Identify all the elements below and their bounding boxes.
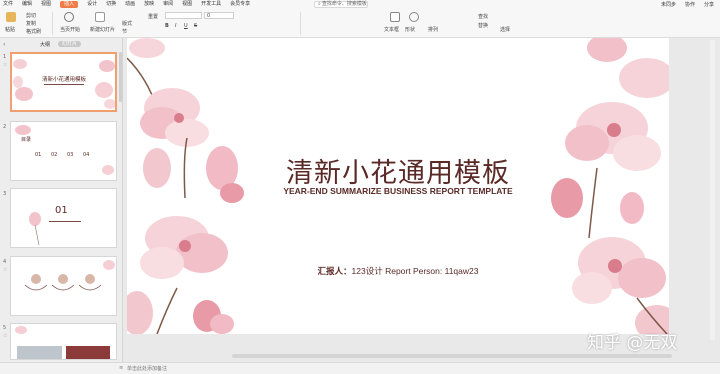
find-button[interactable]: 查找	[478, 13, 488, 20]
section-button[interactable]: 节	[122, 28, 127, 35]
thumbnail-item: 02	[51, 152, 58, 158]
notes-placeholder[interactable]: 单击此处添加备注	[127, 365, 167, 372]
vertical-scrollbar[interactable]	[710, 40, 715, 340]
slide-title[interactable]: 清新小花通用模板	[127, 151, 669, 190]
panel-tabs: 大纲 幻灯片	[0, 38, 123, 50]
font-size-value: 0	[207, 13, 211, 19]
slide-number: 2	[3, 124, 7, 130]
ribbon-divider	[300, 12, 301, 35]
menu-right-actions: 未同步 协作 分享	[652, 0, 714, 9]
slide-number: 1	[3, 54, 7, 60]
wps-presentation-window: 文件 编辑 视图 插入 设计 切换 动画 放映 审阅 视图 开发工具 会员专享 …	[0, 0, 720, 374]
slide-number: 5	[3, 325, 7, 331]
sync-status-button[interactable]: 未同步	[661, 1, 676, 8]
slide-thumbnail-2[interactable]: 目录 01 02 03 04	[10, 121, 117, 181]
tab-outline[interactable]: 大纲	[40, 41, 50, 48]
shape-icon[interactable]	[409, 12, 419, 22]
font-size-input[interactable]: 0	[204, 12, 234, 19]
ribbon-divider	[52, 12, 53, 35]
text-box-icon[interactable]	[390, 12, 400, 22]
collaborate-button[interactable]: 协作	[685, 1, 695, 8]
arrange-button[interactable]: 排列	[428, 26, 438, 33]
strikethrough-button[interactable]: S	[194, 23, 197, 29]
play-from-current-icon[interactable]	[64, 12, 74, 22]
font-name-input[interactable]	[165, 12, 202, 19]
slide-subtitle[interactable]: YEAR-END SUMMARIZE BUSINESS REPORT TEMPL…	[127, 186, 669, 196]
reporter-value: 123设计 Report Person: 11qaw23	[351, 266, 479, 276]
thumbnail-title: 目录	[21, 137, 32, 143]
thumbnail-title: 01	[55, 205, 68, 216]
slide-number: 4	[3, 259, 7, 265]
copy-button[interactable]: 复制	[26, 20, 36, 27]
slide-number: 3	[3, 191, 7, 197]
menu-animation[interactable]: 动画	[125, 0, 135, 9]
notes-icon: ≡	[119, 365, 124, 371]
animation-star-icon: ☆	[3, 333, 8, 339]
ribbon-toolbar: 粘贴 剪切 复制 格式刷 当页开始 新建幻灯片 版式 节 重置 0 B I U …	[0, 9, 720, 38]
current-slide[interactable]: 清新小花通用模板 YEAR-END SUMMARIZE BUSINESS REP…	[127, 38, 669, 334]
share-button[interactable]: 分享	[704, 1, 714, 8]
thumbnail-scrollbar[interactable]	[119, 52, 122, 102]
reporter-label: 汇报人：	[317, 266, 352, 276]
italic-button[interactable]: I	[175, 23, 176, 29]
menu-review[interactable]: 审阅	[163, 0, 173, 9]
new-slide-icon[interactable]	[95, 12, 105, 22]
shape-button[interactable]: 形状	[405, 26, 415, 33]
slide-thumbnail-4[interactable]	[10, 256, 117, 316]
menu-view-2[interactable]: 视图	[182, 0, 192, 9]
animation-star-icon: ☆	[3, 62, 8, 68]
search-placeholder: 查找命令、搜索模板	[321, 1, 367, 7]
thumbnail-subtitle-line	[44, 84, 84, 85]
animation-star-icon: ☆	[3, 267, 8, 273]
thumbnail-item: 03	[67, 152, 74, 158]
menu-view[interactable]: 视图	[41, 0, 51, 9]
notes-bar: ≡ 单击此处添加备注	[0, 362, 720, 374]
search-icon: ⌕	[318, 1, 321, 7]
slide-thumbnail-1[interactable]: 清新小花通用模板	[10, 52, 117, 112]
text-box-button[interactable]: 文本框	[384, 26, 399, 33]
menu-developer[interactable]: 开发工具	[201, 0, 221, 9]
slide-reporter-line[interactable]: 汇报人：123设计 Report Person: 11qaw23	[127, 265, 669, 277]
slide-thumbnail-3[interactable]: 01	[10, 188, 117, 248]
command-search-input[interactable]: ⌕查找命令、搜索模板	[314, 1, 368, 8]
thumbnail-item: 04	[83, 152, 90, 158]
slide-thumbnail-5[interactable]	[10, 323, 117, 360]
paste-button[interactable]: 粘贴	[5, 26, 15, 33]
tab-slides[interactable]: 幻灯片	[58, 41, 82, 47]
menu-file[interactable]: 文件	[3, 0, 13, 9]
new-slide-button[interactable]: 新建幻灯片	[90, 26, 115, 33]
select-button[interactable]: 选择	[500, 26, 510, 33]
reset-button[interactable]: 重置	[148, 13, 158, 20]
horizontal-scrollbar[interactable]	[232, 354, 672, 358]
format-painter-button[interactable]: 格式刷	[26, 28, 41, 35]
layout-button[interactable]: 版式	[122, 20, 132, 27]
watermark-text: 知乎 @无双	[587, 333, 678, 353]
menu-member[interactable]: 会员专享	[230, 0, 250, 9]
replace-button[interactable]: 替换	[478, 22, 488, 29]
thumbnail-item: 01	[35, 152, 42, 158]
underline-button[interactable]: U	[184, 23, 188, 29]
thumbnail-title: 清新小花通用模板	[42, 77, 87, 83]
thumbnail-text-line	[49, 221, 81, 222]
from-current-button[interactable]: 当页开始	[60, 26, 80, 33]
menu-insert[interactable]: 插入	[60, 1, 79, 8]
paste-icon[interactable]	[6, 12, 16, 22]
menu-edit[interactable]: 编辑	[22, 0, 32, 9]
menu-design[interactable]: 设计	[87, 0, 97, 9]
thumbnail-photos	[15, 326, 110, 359]
menu-transition[interactable]: 切换	[106, 0, 116, 9]
bold-button[interactable]: B	[165, 23, 169, 29]
thumbnail-flowers	[29, 212, 41, 246]
thumbnail-flowers	[15, 125, 114, 175]
thumbnail-diagram	[24, 260, 115, 291]
menu-slideshow[interactable]: 放映	[144, 0, 154, 9]
cut-button[interactable]: 剪切	[26, 12, 36, 19]
slide-thumbnail-panel: ‹ 大纲 幻灯片 1 ☆ 清新小花通用模板 2 目录 01 02 03 04 3…	[0, 38, 123, 371]
slide-canvas: 清新小花通用模板 YEAR-END SUMMARIZE BUSINESS REP…	[124, 38, 720, 362]
